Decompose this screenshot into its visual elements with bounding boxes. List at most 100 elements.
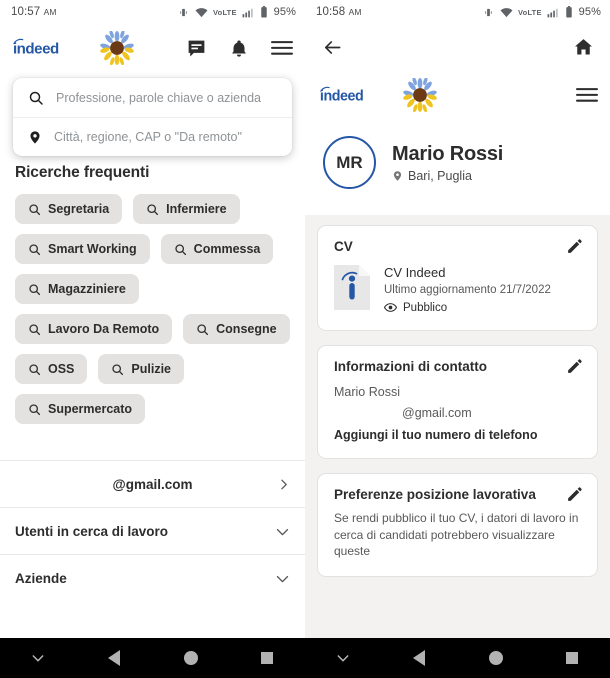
chip-smart-working[interactable]: Smart Working <box>15 234 150 264</box>
search-overlay-card: Professione, parole chiave o azienda Cit… <box>13 78 292 156</box>
chip-label: Consegne <box>216 322 277 336</box>
chip-consegne[interactable]: Consegne <box>183 314 290 344</box>
brand-group-left[interactable]: indeed <box>12 31 134 65</box>
chip-commessa[interactable]: Commessa <box>160 234 274 264</box>
chevron-down-icon <box>275 571 290 586</box>
status-ampm: AM <box>348 7 362 17</box>
circle-home-icon <box>183 651 198 665</box>
home-icon[interactable] <box>573 37 594 57</box>
companies-row[interactable]: Aziende <box>0 555 305 601</box>
status-clock: 10:57 AM <box>11 6 57 18</box>
hide-keyboard-button[interactable] <box>0 650 76 666</box>
cv-card-title: CV <box>334 239 353 254</box>
add-phone-link[interactable]: Aggiungi il tuo numero di telefono <box>334 428 583 442</box>
android-nav-left <box>0 638 305 678</box>
chip-label: Commessa <box>193 242 261 256</box>
android-back-button[interactable] <box>381 650 457 666</box>
message-icon[interactable] <box>186 38 207 59</box>
pencil-icon[interactable] <box>566 358 583 375</box>
app-bar-left: indeed <box>0 24 305 72</box>
indeed-logo[interactable]: indeed <box>12 37 90 59</box>
android-home-button[interactable] <box>153 651 229 665</box>
status-bar-right: 10:58 AM VoLTE 95% <box>305 0 610 24</box>
contact-card-title: Informazioni di contatto <box>334 359 487 374</box>
cv-visibility: Pubblico <box>384 301 551 314</box>
left-phone-panel: 10:57 AM VoLTE 95% indeed Professione, p… <box>0 0 305 678</box>
chip-label: Infermiere <box>166 202 227 216</box>
chip-oss[interactable]: OSS <box>15 354 88 384</box>
android-recents-button[interactable] <box>534 652 610 664</box>
profile-cards: CV CV Indeed Ultimo aggiornamento 21/7/2 <box>305 215 610 577</box>
preferences-card-title: Preferenze posizione lavorativa <box>334 487 536 502</box>
bell-icon[interactable] <box>229 38 249 59</box>
chip-pulizie[interactable]: Pulizie <box>98 354 184 384</box>
search-icon <box>196 323 209 336</box>
search-where-input[interactable]: Città, regione, CAP o "Da remoto" <box>54 130 242 144</box>
pencil-icon[interactable] <box>566 238 583 255</box>
chip-label: Lavoro Da Remoto <box>48 322 160 336</box>
android-nav-right <box>305 638 610 678</box>
profile-identity: Mario Rossi Bari, Puglia <box>392 143 503 183</box>
hamburger-menu-icon[interactable] <box>271 39 293 57</box>
chip-lavoro-da-remoto[interactable]: Lavoro Da Remoto <box>15 314 173 344</box>
jobseekers-row[interactable]: Utenti in cerca di lavoro <box>0 508 305 554</box>
svg-text:indeed: indeed <box>13 40 59 57</box>
right-phone-panel: 10:58 AM VoLTE 95% indeed MR Mario Rossi… <box>305 0 610 678</box>
cv-body: CV Indeed Ultimo aggiornamento 21/7/2022… <box>334 265 583 314</box>
brand-group-right[interactable]: indeed <box>319 78 437 112</box>
search-icon <box>28 283 41 296</box>
chip-label: Segretaria <box>48 202 110 216</box>
square-recents-icon <box>260 652 273 664</box>
status-icons: VoLTE 95% <box>482 6 601 18</box>
square-recents-icon <box>565 652 578 664</box>
hide-keyboard-button[interactable] <box>305 650 381 666</box>
profile-name: Mario Rossi <box>392 142 504 165</box>
search-icon <box>28 363 41 376</box>
contact-info-card: Informazioni di contatto Mario Rossi @gm… <box>317 345 598 459</box>
search-icon <box>28 323 41 336</box>
android-recents-button[interactable] <box>229 652 305 664</box>
search-what-input[interactable]: Professione, parole chiave o azienda <box>56 91 261 105</box>
android-back-button[interactable] <box>76 650 152 666</box>
frequent-searches-title: Ricerche frequenti <box>15 164 150 181</box>
chip-magazziniere[interactable]: Magazziniere <box>15 274 139 304</box>
vibrate-icon <box>177 7 190 18</box>
circle-home-icon <box>488 651 503 665</box>
status-bar-left: 10:57 AM VoLTE 95% <box>0 0 305 24</box>
wifi-icon <box>195 7 208 18</box>
network-type-label: VoLTE <box>213 7 237 17</box>
status-ampm: AM <box>43 7 57 17</box>
triangle-back-icon <box>108 650 121 666</box>
chip-segretaria[interactable]: Segretaria <box>15 194 123 224</box>
chip-supermercato[interactable]: Supermercato <box>15 394 146 424</box>
companies-label: Aziende <box>15 570 67 586</box>
signal-bars-icon <box>242 7 255 18</box>
search-what-row[interactable]: Professione, parole chiave o azienda <box>13 78 292 117</box>
eye-icon <box>384 301 397 314</box>
location-pin-icon <box>28 129 42 146</box>
location-pin-icon <box>392 169 403 183</box>
chevron-down-icon <box>275 524 290 539</box>
document-indeed-icon <box>334 265 370 310</box>
left-main-content: Ricerche frequenti Segretaria Infermiere… <box>0 164 305 424</box>
frequent-search-chips: Segretaria Infermiere Smart Working Comm… <box>15 194 290 424</box>
cv-last-updated: Ultimo aggiornamento 21/7/2022 <box>384 284 551 296</box>
avatar-initials: MR <box>336 152 363 172</box>
hamburger-menu-icon[interactable] <box>576 86 598 104</box>
chip-infermiere[interactable]: Infermiere <box>133 194 240 224</box>
search-where-row[interactable]: Città, regione, CAP o "Da remoto" <box>13 117 292 156</box>
pencil-icon[interactable] <box>566 486 583 503</box>
status-icons: VoLTE 95% <box>177 6 296 18</box>
account-email-row[interactable]: @gmail.com <box>0 461 305 507</box>
arrow-left-icon[interactable] <box>321 38 344 57</box>
battery-icon <box>260 6 268 18</box>
sunflower-icon <box>403 78 437 112</box>
search-icon <box>146 203 159 216</box>
network-type-label: VoLTE <box>518 7 542 17</box>
cv-file-name: CV Indeed <box>384 265 446 280</box>
indeed-logo[interactable]: indeed <box>319 85 393 106</box>
android-home-button[interactable] <box>458 651 534 665</box>
triangle-back-icon <box>413 650 426 666</box>
signal-bars-icon <box>547 7 560 18</box>
search-icon <box>174 243 187 256</box>
